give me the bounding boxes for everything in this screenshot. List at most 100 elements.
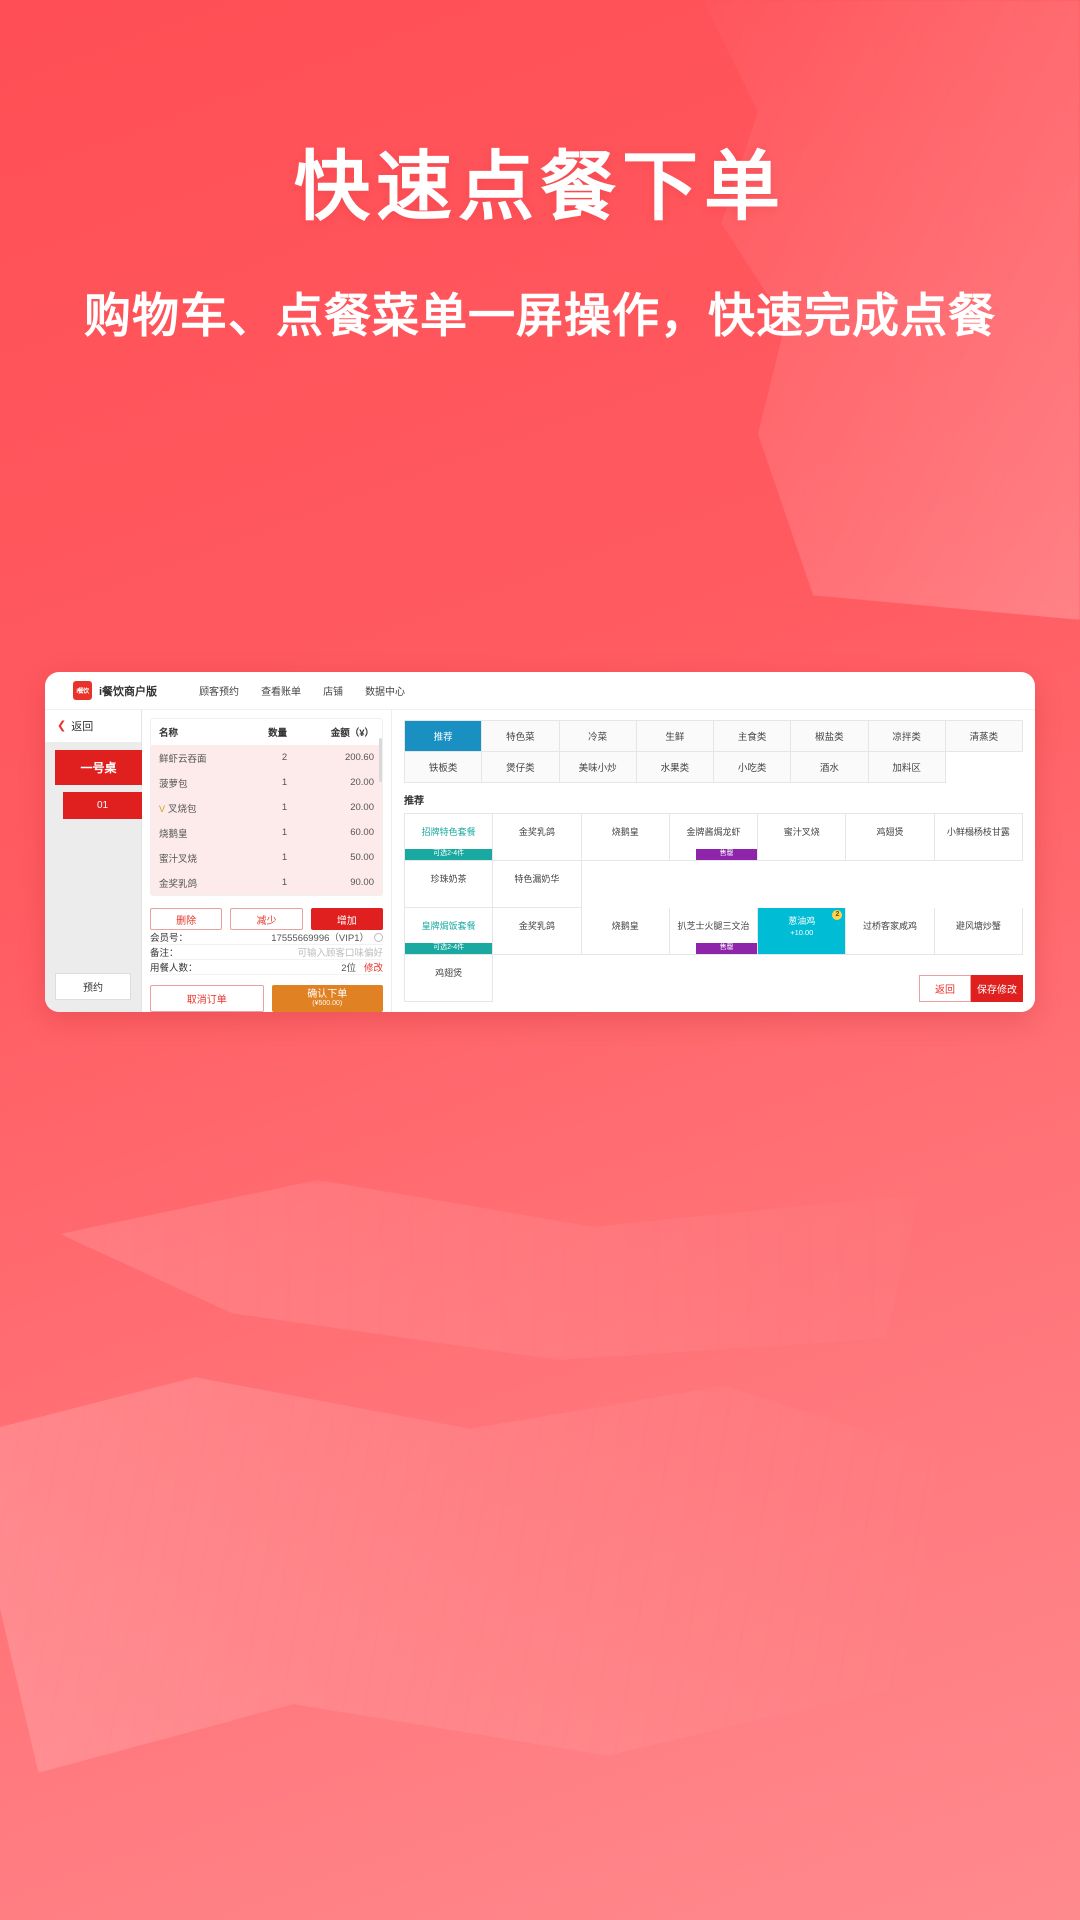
- table-row[interactable]: 金奖乳鸽 1 90.00: [151, 870, 382, 895]
- dish-name: 鸡翅煲: [876, 827, 904, 838]
- dish-cell[interactable]: 葱油鸡 +10.00 2: [758, 908, 847, 955]
- remark-row[interactable]: 备注： 可输入顾客口味偏好: [150, 945, 383, 960]
- dish-name: 过桥客家咸鸡: [863, 921, 918, 932]
- page-title: 快速点餐下单: [294, 145, 786, 230]
- order-item-name: 蜜汁叉烧: [151, 845, 244, 870]
- back-button-label: 返回: [71, 721, 94, 733]
- table-row[interactable]: 鲜虾云吞面 2 200.60: [151, 745, 382, 770]
- confirm-order-button[interactable]: 确认下单 (¥500.00): [271, 985, 383, 1012]
- category-tab[interactable]: 水果类: [636, 752, 714, 783]
- brand: i餐饮 i餐饮商户版: [73, 681, 157, 700]
- confirm-order-label: 确认下单: [307, 989, 348, 1001]
- category-tab[interactable]: 煲仔类: [482, 752, 560, 783]
- dish-cell[interactable]: 烧鹅皇: [581, 814, 670, 861]
- dish-cell[interactable]: 金牌酱焗龙虾 售罄: [669, 814, 759, 861]
- reserve-button[interactable]: 预约: [55, 973, 131, 1000]
- dish-cell[interactable]: 皇牌焗饭套餐 可选2-4件: [405, 908, 494, 955]
- category-tab[interactable]: 主食类: [714, 721, 792, 752]
- dish-cell[interactable]: 烧鹅皇: [581, 908, 670, 955]
- dish-name: 扒芝士火腿三文治: [677, 921, 750, 932]
- dish-cell[interactable]: 特色漏奶华: [493, 861, 582, 908]
- category-tab[interactable]: 加料区: [868, 752, 946, 783]
- nav-item-shop[interactable]: 店铺: [323, 683, 343, 698]
- order-item-name: 菠萝包: [151, 770, 244, 795]
- increase-quantity-button[interactable]: 增加: [310, 908, 383, 930]
- dish-cell-empty: [846, 861, 934, 908]
- category-tab[interactable]: 小吃类: [714, 752, 792, 783]
- dish-name: 皇牌焗饭套餐: [421, 921, 476, 932]
- category-tab[interactable]: 铁板类: [405, 752, 483, 783]
- member-number-row[interactable]: 会员号： 17555669996（VIP1）: [150, 930, 383, 945]
- app-name: i餐饮商户版: [99, 685, 158, 698]
- order-item-qty: 1: [243, 820, 296, 845]
- confirm-order-total: (¥500.00): [312, 1000, 343, 1008]
- category-tab[interactable]: 生鲜: [636, 721, 714, 752]
- order-item-amount: 20.00: [295, 770, 382, 795]
- category-tab[interactable]: 冷菜: [559, 721, 637, 752]
- order-item-amount: 20.00: [295, 795, 382, 820]
- category-tabs: 推荐 特色菜 冷菜 生鲜 主食类 椒盐类 凉拌类 清蒸类铁板类 煲仔类 美味小炒 水果类 小吃类 酒水加…: [404, 720, 1023, 783]
- order-item-name: 鲜虾云吞面: [151, 745, 244, 770]
- dish-cell[interactable]: 珍珠奶茶: [405, 861, 494, 908]
- category-tab[interactable]: 酒水: [791, 752, 869, 783]
- order-card: 名称 数量 金额（¥） 鲜虾云吞面 2 200.60 菠萝包 1 20.00 V 叉烧包 1 20…: [150, 718, 383, 896]
- sidebar-item-table-01[interactable]: 01: [63, 792, 142, 819]
- order-item-name: V 叉烧包: [151, 795, 244, 820]
- back-button[interactable]: ❮ 返回: [45, 710, 141, 742]
- delete-item-button[interactable]: 删除: [150, 908, 223, 930]
- menu-panel: 推荐 特色菜 冷菜 生鲜 主食类 椒盐类 凉拌类 清蒸类铁板类 煲仔类 美味小炒 水果类 小吃类 酒水加…: [392, 710, 1035, 1012]
- diners-count-label: 用餐人数：: [150, 963, 198, 974]
- menu-back-button[interactable]: 返回: [919, 975, 971, 1002]
- table-group-header[interactable]: 一号桌: [55, 750, 142, 785]
- nav-item-data-center[interactable]: 数据中心: [365, 683, 405, 698]
- sold-out-badge: 售罄: [696, 943, 758, 954]
- order-table: 名称 数量 金额（¥） 鲜虾云吞面 2 200.60 菠萝包 1 20.00 V 叉烧包 1 20…: [151, 719, 382, 895]
- nav-item-bills[interactable]: 查看账单: [261, 683, 301, 698]
- member-number-value: 17555669996（VIP1）: [271, 933, 369, 944]
- dish-cell[interactable]: 招牌特色套餐 可选2-4件: [405, 814, 494, 861]
- dish-cell[interactable]: 蜜汁叉烧: [758, 814, 847, 861]
- order-panel: 名称 数量 金额（¥） 鲜虾云吞面 2 200.60 菠萝包 1 20.00 V 叉烧包 1 20…: [142, 710, 392, 1012]
- category-tab[interactable]: 推荐: [405, 721, 483, 752]
- order-footer: 取消订单 确认下单 (¥500.00): [150, 985, 383, 1012]
- order-item-amount: 90.00: [295, 870, 382, 895]
- diners-count-row[interactable]: 用餐人数： 2位 修改: [150, 960, 383, 975]
- eye-icon[interactable]: [374, 932, 383, 942]
- quantity-actions: 删除 减少 增加: [150, 908, 383, 930]
- dish-cell[interactable]: 避风塘炒蟹: [934, 908, 1023, 955]
- order-item-qty: 1: [243, 845, 296, 870]
- dish-cell[interactable]: 金奖乳鸽: [493, 908, 582, 955]
- dish-cell[interactable]: 过桥客家咸鸡: [846, 908, 935, 955]
- table-row[interactable]: 蜜汁叉烧 1 50.00: [151, 845, 382, 870]
- dish-cell[interactable]: 鸡翅煲: [846, 814, 935, 861]
- table-row[interactable]: V 叉烧包 1 20.00: [151, 795, 382, 820]
- dish-name: 特色漏奶华: [514, 874, 560, 885]
- hero-section: 快速点餐下单 购物车、点餐菜单一屏操作，快速完成点餐: [0, 140, 1080, 346]
- order-item-qty: 1: [243, 770, 296, 795]
- category-tab[interactable]: 椒盐类: [791, 721, 869, 752]
- diners-count-value: 2位: [341, 963, 356, 974]
- dish-name: 金奖乳鸽: [518, 827, 555, 838]
- page-subtitle: 购物车、点餐菜单一屏操作，快速完成点餐: [84, 289, 996, 342]
- category-tab[interactable]: 美味小炒: [559, 752, 637, 783]
- category-tab[interactable]: 特色菜: [482, 721, 560, 752]
- remark-input[interactable]: 可输入顾客口味偏好: [179, 945, 383, 959]
- category-tab[interactable]: 凉拌类: [868, 721, 946, 752]
- table-row[interactable]: 菠萝包 1 20.00: [151, 770, 382, 795]
- dish-cell[interactable]: 小鲜榻杨枝甘露: [934, 814, 1023, 861]
- dish-cell-empty: [758, 861, 846, 908]
- edit-diners-link[interactable]: 修改: [364, 960, 383, 974]
- dish-cell[interactable]: 扒芝士火腿三文治售罄: [669, 908, 759, 955]
- decrease-quantity-button[interactable]: 减少: [230, 908, 303, 930]
- table-row[interactable]: 烧鹅皇 1 60.00: [151, 820, 382, 845]
- cancel-order-button[interactable]: 取消订单: [150, 985, 264, 1012]
- category-tab[interactable]: 清蒸类: [945, 721, 1023, 752]
- dish-cell-empty: [935, 861, 1023, 908]
- nav-item-reservations[interactable]: 顾客预约: [199, 683, 239, 698]
- save-changes-button[interactable]: 保存修改: [971, 975, 1023, 1002]
- dish-cell[interactable]: 鸡翅煲: [405, 955, 494, 1002]
- dish-cell[interactable]: 金奖乳鸽: [493, 814, 582, 861]
- column-header-amount: 金额（¥）: [295, 719, 382, 745]
- order-item-qty: 1: [243, 870, 296, 895]
